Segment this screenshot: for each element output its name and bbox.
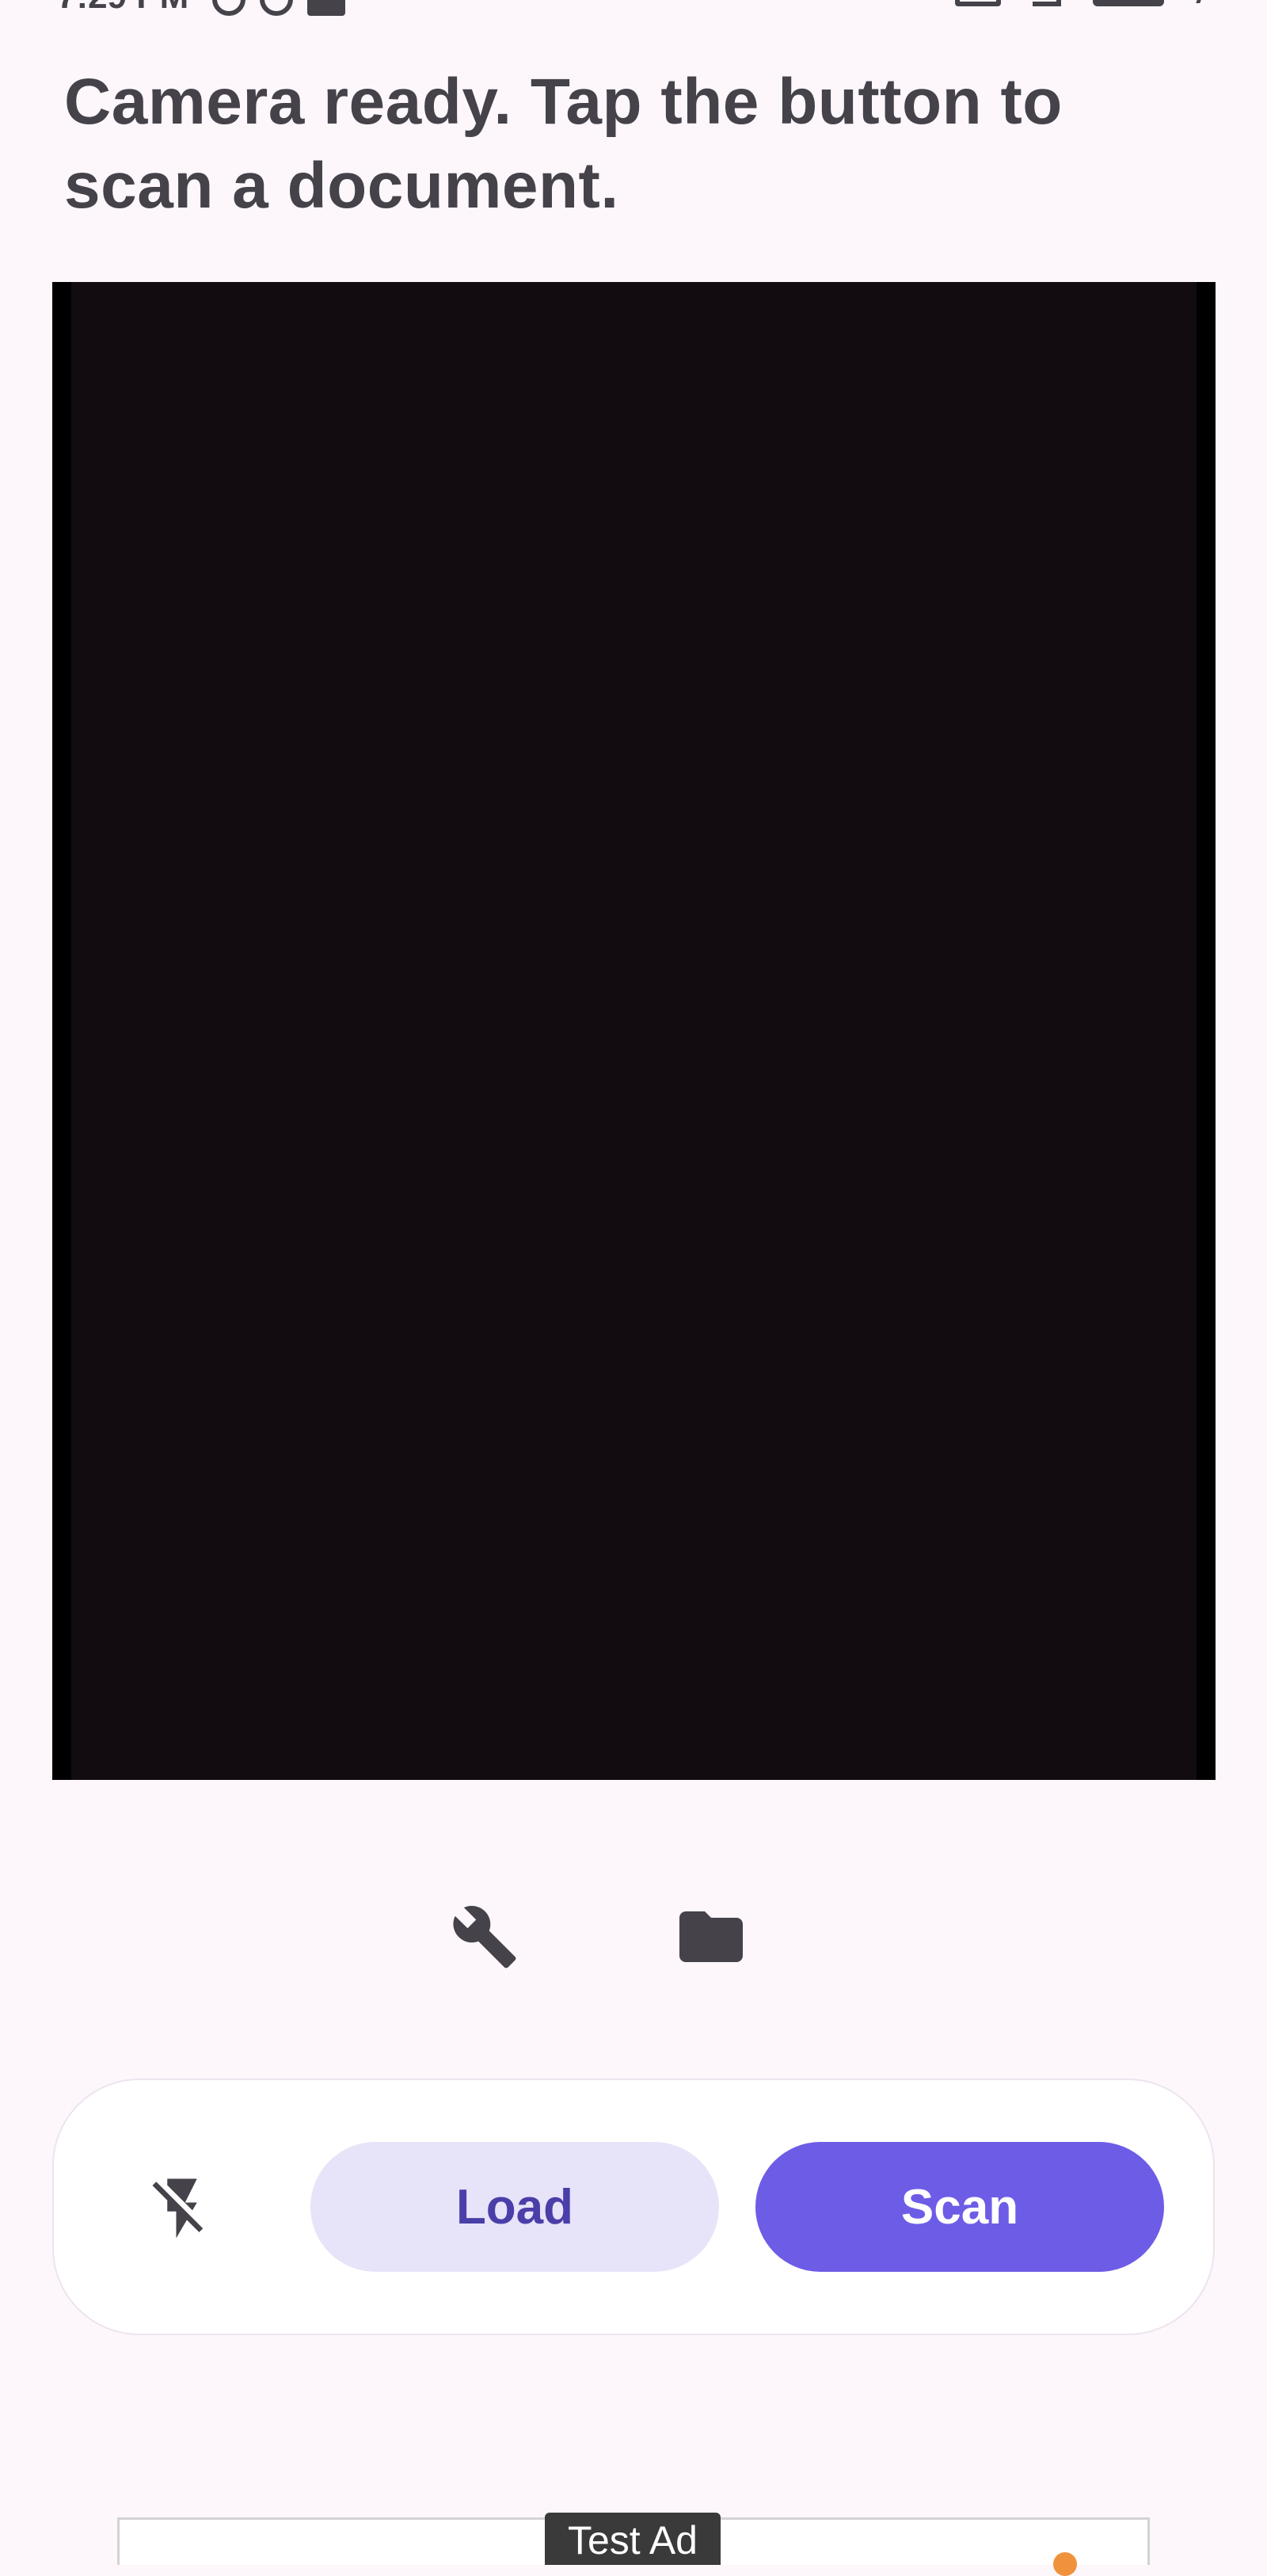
sync-icon <box>260 0 293 16</box>
camera-feed <box>71 282 1197 1780</box>
battery-icon <box>1093 0 1164 6</box>
load-button[interactable]: Load <box>310 2142 719 2272</box>
status-message: Camera ready. Tap the button to scan a d… <box>64 66 1063 222</box>
tool-row <box>0 1893 1267 1980</box>
camera-preview[interactable] <box>52 282 1216 1780</box>
status-bar: 7:29 PM <box>0 0 1267 19</box>
charging-icon <box>1192 0 1208 3</box>
scan-button[interactable]: Scan <box>755 2142 1164 2272</box>
signal-icon <box>1033 0 1061 6</box>
cast-icon <box>955 0 1001 6</box>
action-card: Load Scan <box>52 2079 1215 2335</box>
alarm-icon <box>212 0 245 16</box>
wrench-icon <box>453 1905 516 1968</box>
ad-label: Test Ad <box>545 2513 721 2565</box>
flash-toggle-button[interactable] <box>133 2159 231 2258</box>
ad-badge-icon <box>1053 2552 1077 2576</box>
status-icons-left <box>212 0 345 16</box>
image-icon <box>307 0 345 16</box>
folder-button[interactable] <box>668 1893 755 1980</box>
status-icons-right <box>955 0 1208 6</box>
folder-icon <box>679 1911 743 1962</box>
status-time: 7:29 PM <box>57 0 188 14</box>
flash-off-icon <box>152 2178 204 2239</box>
settings-button[interactable] <box>441 1893 528 1980</box>
